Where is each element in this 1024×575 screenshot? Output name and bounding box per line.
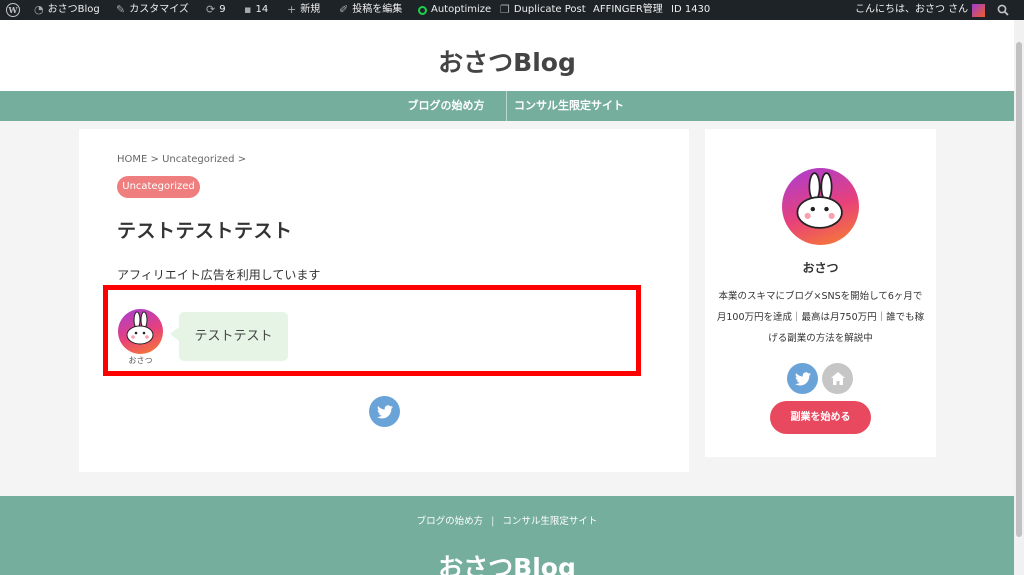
post-title: テストテストテスト (117, 220, 293, 242)
updates-link[interactable]: ⟳ 9 (206, 0, 226, 20)
global-nav: ブログの始め方 コンサル生限定サイト (0, 91, 1014, 121)
affinger-label: AFFINGER管理 (593, 4, 663, 15)
new-content-link[interactable]: + 新規 (287, 0, 320, 20)
footer-nav-item-blog-guide[interactable]: ブログの始め方 (417, 516, 484, 527)
speaker-name: おさつ (128, 356, 153, 365)
greeting-label: こんにちは、おさつ さん (855, 4, 969, 15)
search-button[interactable] (997, 0, 1009, 20)
post-id-label: ID 1430 (671, 4, 711, 15)
edit-post-link[interactable]: ✐ 投稿を編集 (339, 0, 402, 20)
rabbit-icon (796, 172, 843, 229)
duplicate-post-label: Duplicate Post (513, 4, 586, 15)
footer-nav: ブログの始め方 | コンサル生限定サイト (0, 513, 1014, 527)
new-content-label: 新規 (300, 4, 321, 15)
copy-icon: ❐ (500, 3, 510, 16)
customize-link[interactable]: ✎ カスタマイズ (116, 0, 189, 20)
profile-avatar (782, 168, 859, 245)
profile-description: 本業のスキマにブログ×SNSを開始して6ヶ月で月100万円を達成｜最高は月750… (716, 291, 925, 344)
profile-twitter-button[interactable] (787, 363, 818, 394)
site-name-link[interactable]: ◔ おさつBlog (34, 0, 100, 20)
site-name-label: おさつBlog (47, 4, 100, 15)
duplicate-post-link[interactable]: ❐ Duplicate Post (500, 0, 586, 20)
footer-nav-item-consult-site[interactable]: コンサル生限定サイト (502, 516, 597, 527)
post-id: ID 1430 (671, 0, 710, 20)
profile-home-button[interactable] (822, 363, 853, 394)
affiliate-notice: アフィリエイト広告を利用しています (117, 268, 321, 282)
brush-icon: ✎ (116, 3, 126, 16)
autoptimize-label: Autoptimize (431, 4, 492, 15)
profile-card: おさつ 本業のスキマにブログ×SNSを開始して6ヶ月で月100万円を達成｜最高は… (705, 129, 936, 457)
edit-post-label: 投稿を編集 (352, 4, 403, 15)
profile-name: おさつ (802, 261, 839, 275)
comments-link[interactable]: ▪ 14 (244, 0, 268, 20)
breadcrumb[interactable]: HOME > Uncategorized > (117, 154, 246, 165)
pencil-icon: ✐ (339, 3, 349, 16)
account-menu[interactable]: こんにちは、おさつ さん (855, 0, 986, 20)
category-badge[interactable]: Uncategorized (117, 176, 200, 198)
twitter-icon (376, 404, 393, 418)
twitter-icon (794, 371, 811, 385)
comments-count: 14 (255, 4, 269, 15)
admin-bar: W ◔ おさつBlog ✎ カスタマイズ ⟳ 9 ▪ 14 + 新規 ✐ 投稿を… (0, 0, 1024, 20)
home-icon (830, 372, 845, 385)
scrollbar-thumb[interactable] (1016, 42, 1022, 537)
nav-item-consult-site[interactable]: コンサル生限定サイト (513, 91, 625, 121)
plus-icon: + (287, 3, 297, 16)
status-circle-icon (418, 5, 427, 15)
wordpress-icon: W (6, 3, 20, 17)
site-footer: ブログの始め方 | コンサル生限定サイト おさつBlog (0, 496, 1014, 575)
speech-bubble: テストテスト (179, 312, 288, 361)
nav-item-blog-guide[interactable]: ブログの始め方 (398, 91, 494, 121)
comment-icon: ▪ (244, 3, 252, 16)
site-header: おさつBlog (0, 20, 1014, 91)
site-title[interactable]: おさつBlog (0, 43, 1014, 79)
cta-button[interactable]: 副業を始める (770, 401, 871, 434)
autoptimize-link[interactable]: Autoptimize (418, 0, 491, 20)
updates-icon: ⟳ (206, 3, 216, 16)
user-avatar-icon (972, 3, 986, 17)
speech-bubble-tail (170, 327, 179, 341)
footer-site-title[interactable]: おさつBlog (0, 548, 1014, 575)
rabbit-icon (126, 311, 154, 345)
customize-label: カスタマイズ (129, 4, 189, 15)
wordpress-logo-button[interactable]: W (6, 0, 20, 20)
scrollbar[interactable] (1014, 20, 1024, 575)
footer-nav-divider: | (491, 516, 495, 527)
updates-count: 9 (219, 4, 226, 15)
nav-divider (506, 91, 507, 121)
affinger-link[interactable]: AFFINGER管理 (593, 0, 663, 20)
dashboard-icon: ◔ (34, 3, 44, 16)
search-icon (997, 4, 1009, 16)
twitter-share-button[interactable] (369, 396, 400, 427)
article-card: HOME > Uncategorized > Uncategorized テスト… (79, 129, 689, 472)
speaker-avatar (118, 309, 163, 354)
